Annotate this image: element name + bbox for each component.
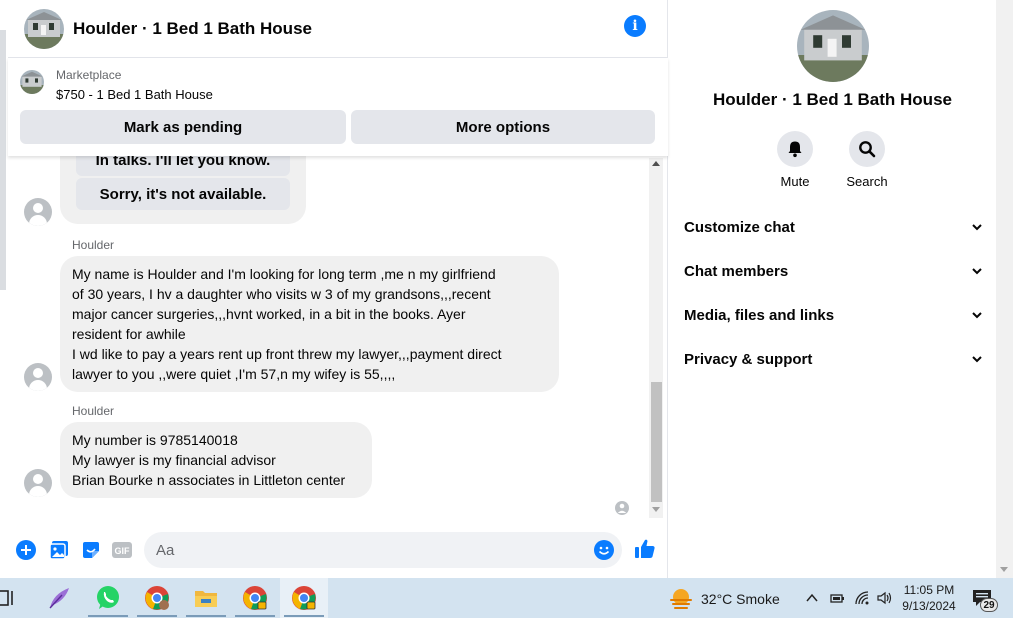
listing-thumbnail[interactable] bbox=[20, 70, 44, 94]
message-bubble[interactable]: My name is Houlder and I'm looking for l… bbox=[60, 256, 559, 392]
running-indicator bbox=[284, 615, 324, 617]
quick-reply-not-available[interactable]: Sorry, it's not available. bbox=[76, 178, 290, 210]
chrome-profile-icon[interactable] bbox=[143, 584, 171, 612]
running-indicator bbox=[137, 615, 177, 617]
scroll-down-icon[interactable] bbox=[652, 507, 660, 512]
page-title[interactable]: Houlder · 1 Bed 1 Bath House bbox=[73, 19, 312, 39]
chrome-active-icon[interactable] bbox=[290, 584, 318, 612]
screen: Houlder · 1 Bed 1 Bath House i Marketpla… bbox=[0, 0, 1013, 618]
privacy-support-section[interactable]: Privacy & support bbox=[684, 345, 984, 373]
system-clock[interactable]: 11:05 PM 9/13/2024 bbox=[899, 582, 959, 614]
seen-indicator-icon bbox=[615, 501, 629, 515]
clock-date: 9/13/2024 bbox=[902, 599, 956, 613]
marketplace-banner: Marketplace $750 - 1 Bed 1 Bath House Ma… bbox=[8, 58, 668, 156]
notification-count-badge: 29 bbox=[980, 598, 998, 612]
mark-as-pending-button[interactable]: Mark as pending bbox=[20, 110, 346, 144]
listing-avatar[interactable] bbox=[24, 8, 64, 49]
taskbar: 32°C Smoke 11:05 PM 9/13/2024 29 bbox=[0, 578, 1013, 618]
show-hidden-icons-chevron-up-icon[interactable] bbox=[804, 590, 820, 606]
volume-icon[interactable] bbox=[876, 590, 892, 606]
search-button[interactable]: Search bbox=[837, 131, 897, 189]
sticker-icon[interactable] bbox=[81, 540, 101, 560]
chrome-icon[interactable] bbox=[241, 584, 269, 612]
section-label: Media, files and links bbox=[684, 306, 835, 324]
chevron-down-icon bbox=[972, 356, 982, 363]
chat-header: Houlder · 1 Bed 1 Bath House i bbox=[8, 0, 668, 58]
search-icon bbox=[859, 141, 876, 158]
add-plus-icon[interactable] bbox=[16, 540, 36, 560]
clock-time: 11:05 PM bbox=[903, 583, 955, 597]
customize-chat-section[interactable]: Customize chat bbox=[684, 213, 984, 241]
marketplace-label: Marketplace bbox=[56, 68, 122, 82]
task-view-icon[interactable] bbox=[0, 586, 16, 610]
left-scroll-edge bbox=[0, 30, 6, 290]
search-label: Search bbox=[846, 174, 888, 189]
chevron-down-icon bbox=[972, 268, 982, 275]
section-label: Privacy & support bbox=[684, 350, 813, 368]
photo-icon[interactable] bbox=[49, 540, 69, 560]
sender-avatar[interactable] bbox=[24, 363, 52, 391]
gif-icon[interactable]: GIF bbox=[112, 540, 132, 560]
svg-text:GIF: GIF bbox=[115, 546, 131, 556]
chat-info-panel: Houlder · 1 Bed 1 Bath House Mute Search… bbox=[669, 0, 996, 578]
chat-pane: Houlder · 1 Bed 1 Bath House i Marketpla… bbox=[0, 0, 668, 578]
message-scrollbar-thumb[interactable] bbox=[651, 382, 662, 502]
scroll-up-icon[interactable] bbox=[652, 161, 660, 166]
mute-button[interactable]: Mute bbox=[765, 131, 825, 189]
message-input[interactable] bbox=[144, 532, 622, 568]
info-icon[interactable]: i bbox=[624, 15, 646, 37]
section-label: Chat members bbox=[684, 262, 789, 280]
listing-avatar-large[interactable] bbox=[797, 10, 869, 82]
media-files-links-section[interactable]: Media, files and links bbox=[684, 301, 984, 329]
emoji-icon[interactable] bbox=[594, 540, 614, 560]
page-scrollbar[interactable] bbox=[996, 0, 1013, 578]
quick-reply-in-talks[interactable]: In talks. I'll let you know. bbox=[76, 156, 290, 176]
whatsapp-icon[interactable] bbox=[94, 584, 122, 612]
more-options-button[interactable]: More options bbox=[351, 110, 655, 144]
weather-text[interactable]: 32°C Smoke bbox=[701, 591, 780, 607]
chevron-down-icon bbox=[972, 224, 982, 231]
file-explorer-icon[interactable] bbox=[192, 584, 220, 612]
sender-name: Houlder bbox=[72, 404, 115, 418]
wifi-icon[interactable] bbox=[854, 590, 870, 606]
bell-icon bbox=[788, 141, 802, 158]
composer: GIF bbox=[8, 528, 668, 572]
running-indicator bbox=[235, 615, 275, 617]
message-list: In talks. I'll let you know. Sorry, it's… bbox=[8, 156, 648, 516]
weather-icon[interactable] bbox=[668, 586, 694, 610]
chevron-down-icon bbox=[972, 312, 982, 319]
sender-name: Houlder bbox=[72, 238, 115, 252]
running-indicator bbox=[186, 615, 226, 617]
battery-icon[interactable] bbox=[829, 590, 845, 606]
sender-avatar[interactable] bbox=[24, 198, 52, 226]
sender-avatar[interactable] bbox=[24, 469, 52, 497]
info-title: Houlder · 1 Bed 1 Bath House bbox=[713, 90, 952, 109]
mute-label: Mute bbox=[780, 174, 810, 189]
section-label: Customize chat bbox=[684, 218, 795, 236]
chat-members-section[interactable]: Chat members bbox=[684, 257, 984, 285]
feather-app-icon[interactable] bbox=[45, 584, 73, 612]
listing-title[interactable]: $750 - 1 Bed 1 Bath House bbox=[56, 87, 213, 102]
like-thumb-icon[interactable] bbox=[634, 538, 656, 560]
message-bubble[interactable]: My number is 9785140018 My lawyer is my … bbox=[60, 422, 372, 498]
running-indicator bbox=[88, 615, 128, 617]
